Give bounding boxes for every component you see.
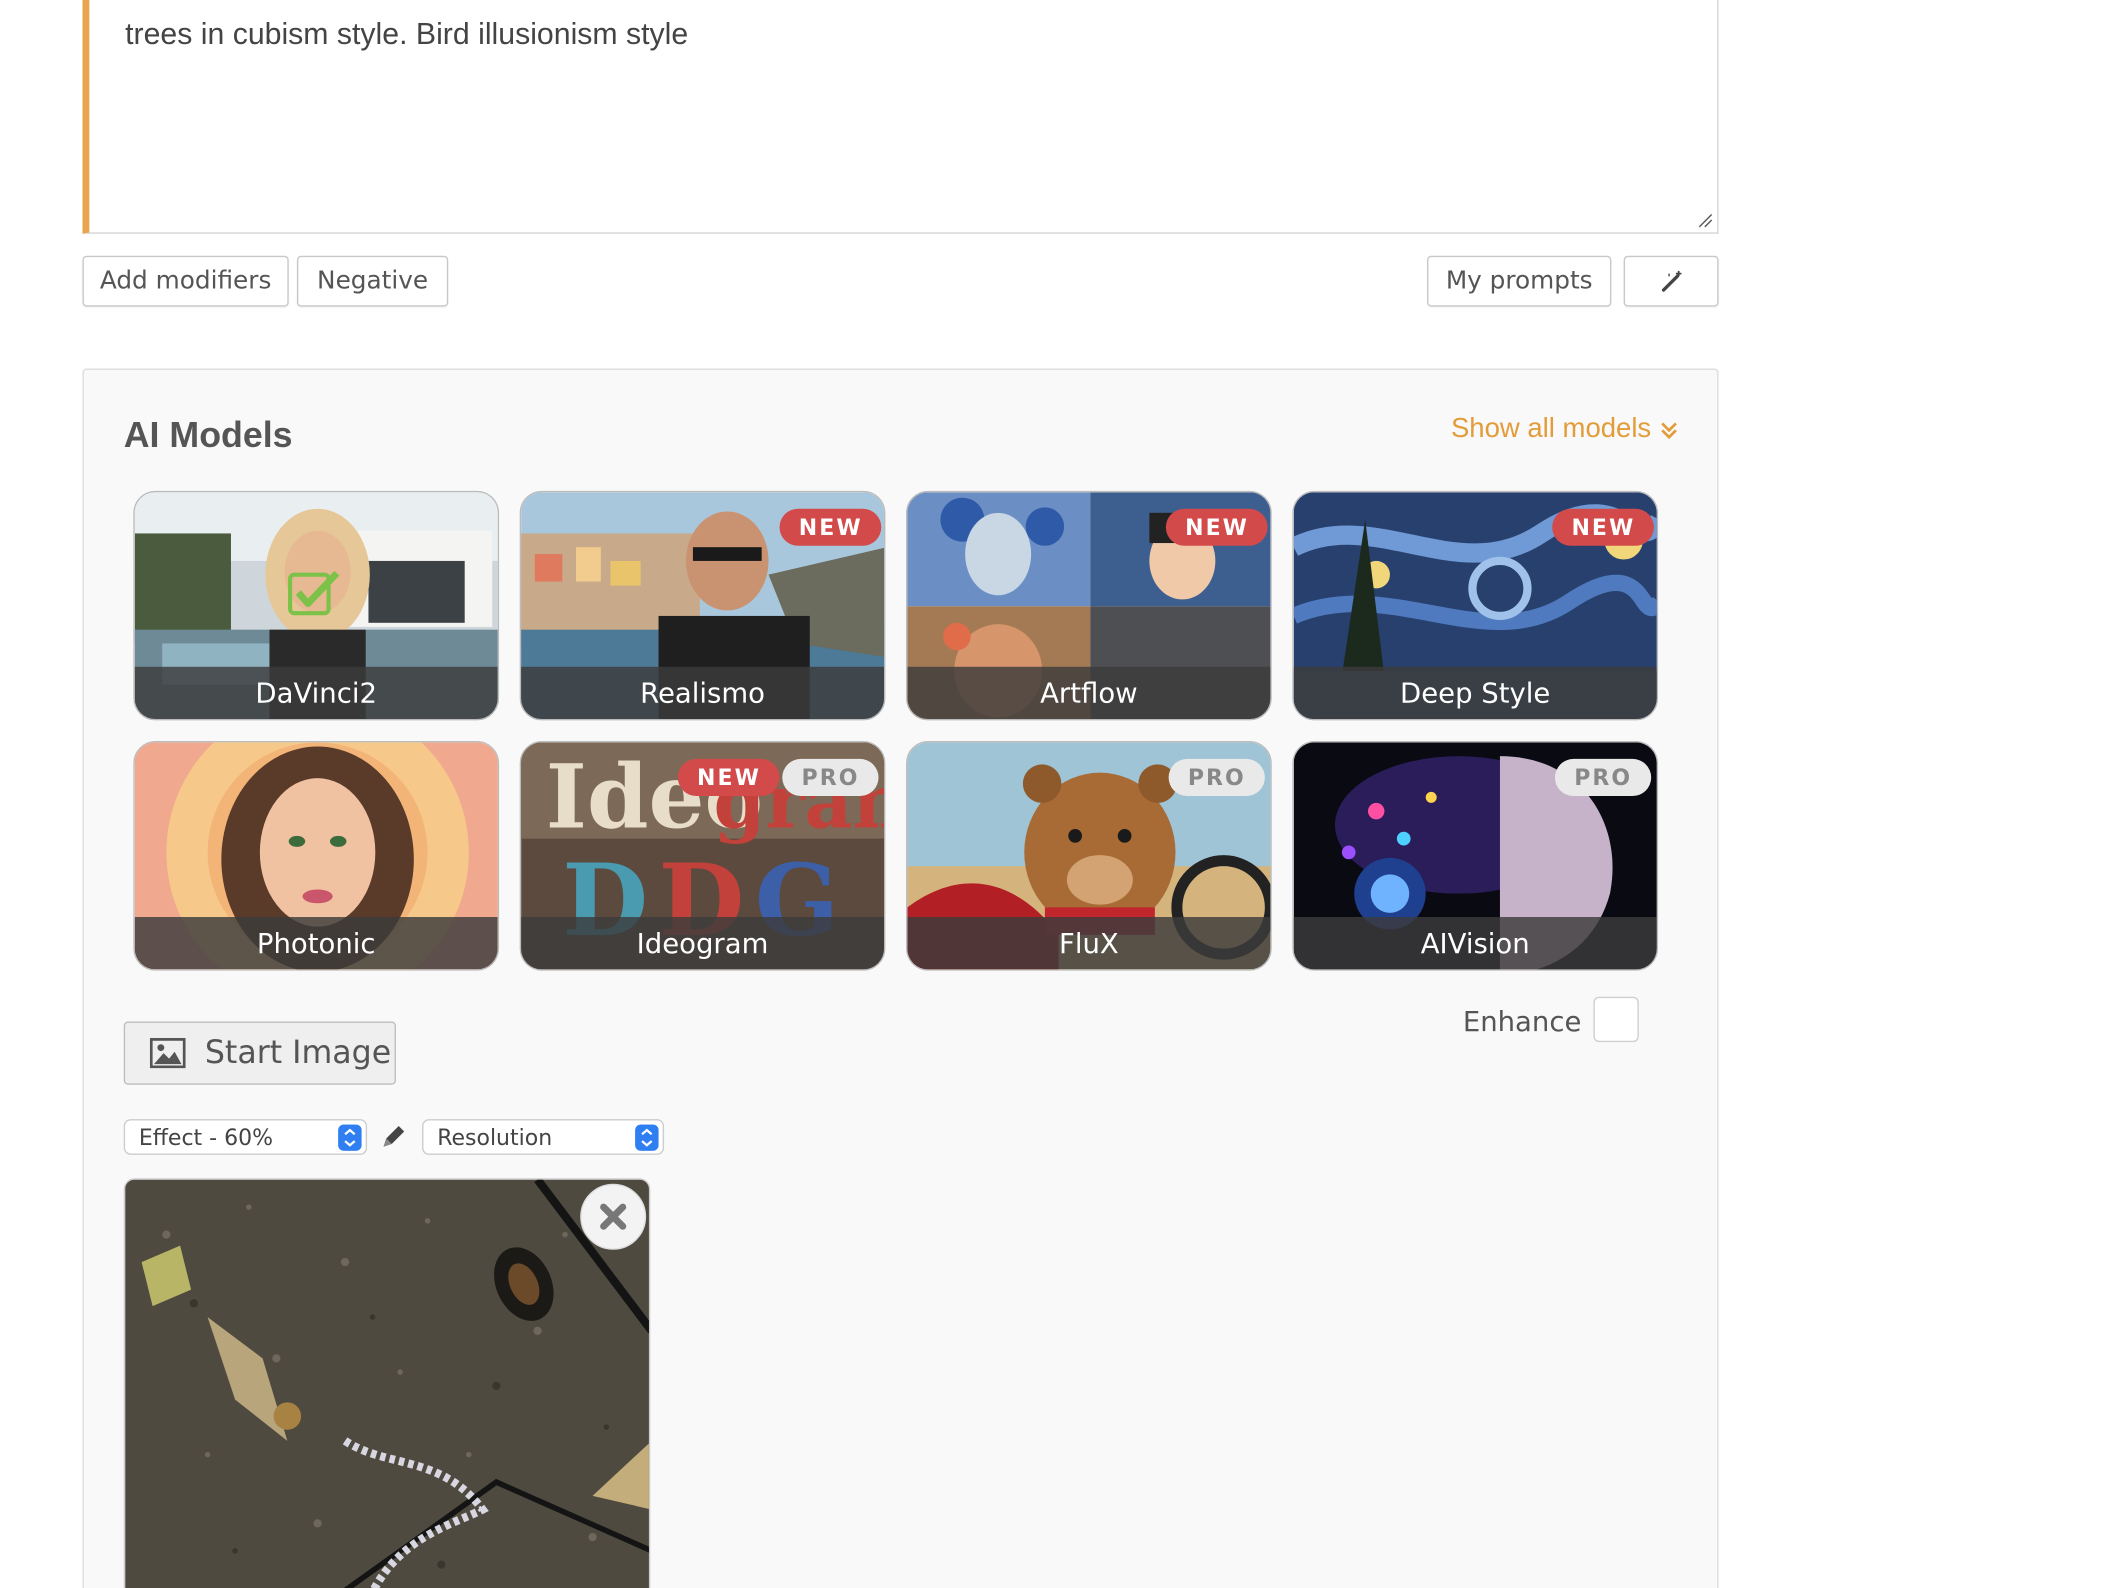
model-card-realismo[interactable]: NEW Realismo <box>519 490 886 721</box>
start-image-preview <box>123 1178 651 1588</box>
pro-badge: PRO <box>1168 758 1266 797</box>
new-badge: NEW <box>779 508 882 546</box>
magic-wand-icon <box>1661 270 1681 292</box>
double-chevron-down-icon <box>1661 421 1677 439</box>
resolution-select[interactable]: Resolution <box>422 1119 665 1155</box>
model-label: Deep Style <box>1293 666 1657 720</box>
pro-badge: PRO <box>782 758 879 797</box>
ai-models-panel: AI Models Show all models DaVinci2 NEW R… <box>82 368 1719 1588</box>
resize-grip-icon[interactable] <box>1698 213 1713 228</box>
model-label: Ideogram <box>521 917 885 970</box>
model-label: Photonic <box>134 917 498 970</box>
remove-image-button[interactable] <box>580 1183 647 1250</box>
show-all-models-link[interactable]: Show all models <box>1451 414 1679 446</box>
model-card-davinci2[interactable]: DaVinci2 <box>133 490 500 721</box>
select-arrows-icon <box>635 1124 659 1151</box>
selected-check-icon <box>288 570 340 616</box>
effect-select[interactable]: Effect - 60% <box>123 1119 368 1155</box>
image-icon <box>149 1038 186 1069</box>
negative-button[interactable]: Negative <box>296 255 449 307</box>
prompt-textarea[interactable]: trees in cubism style. Bird illusionism … <box>82 0 1719 234</box>
model-card-artflow[interactable]: NEW Artflow <box>906 490 1272 721</box>
show-all-label: Show all models <box>1450 413 1652 445</box>
model-label: Realismo <box>521 666 885 720</box>
asphalt-photo <box>125 1179 649 1588</box>
model-card-photonic[interactable]: Photonic <box>133 741 500 971</box>
model-label: FluX <box>907 917 1271 970</box>
model-card-ideogram[interactable]: Ideo gram D D G NEW PRO Ideogram <box>519 741 886 971</box>
model-label: DaVinci2 <box>134 666 498 720</box>
magic-wand-button[interactable] <box>1623 255 1719 307</box>
model-card-aivision[interactable]: PRO AIVision <box>1292 741 1659 971</box>
add-modifiers-button[interactable]: Add modifiers <box>82 255 289 307</box>
model-label: AIVision <box>1293 917 1657 970</box>
model-label: Artflow <box>907 666 1271 720</box>
start-image-label: Start Image <box>204 1035 392 1072</box>
panel-title: AI Models <box>123 413 293 456</box>
select-arrows-icon <box>338 1124 362 1151</box>
effect-select-value: Effect - 60% <box>138 1123 273 1151</box>
model-card-deep-style[interactable]: NEW Deep Style <box>1292 490 1659 721</box>
new-badge: NEW <box>1552 508 1655 546</box>
enhance-checkbox[interactable] <box>1593 996 1639 1043</box>
pro-badge: PRO <box>1554 758 1652 797</box>
new-badge: NEW <box>1165 508 1269 546</box>
new-badge: NEW <box>677 758 781 797</box>
pencil-icon[interactable] <box>378 1122 408 1152</box>
prompt-text[interactable]: trees in cubism style. Bird illusionism … <box>125 16 688 52</box>
start-image-button[interactable]: Start Image <box>123 1021 396 1085</box>
model-card-flux[interactable]: PRO FluX <box>906 741 1272 971</box>
close-icon <box>600 1203 627 1230</box>
enhance-label: Enhance <box>1462 1005 1582 1039</box>
my-prompts-button[interactable]: My prompts <box>1427 255 1612 307</box>
resolution-select-value: Resolution <box>437 1123 553 1151</box>
